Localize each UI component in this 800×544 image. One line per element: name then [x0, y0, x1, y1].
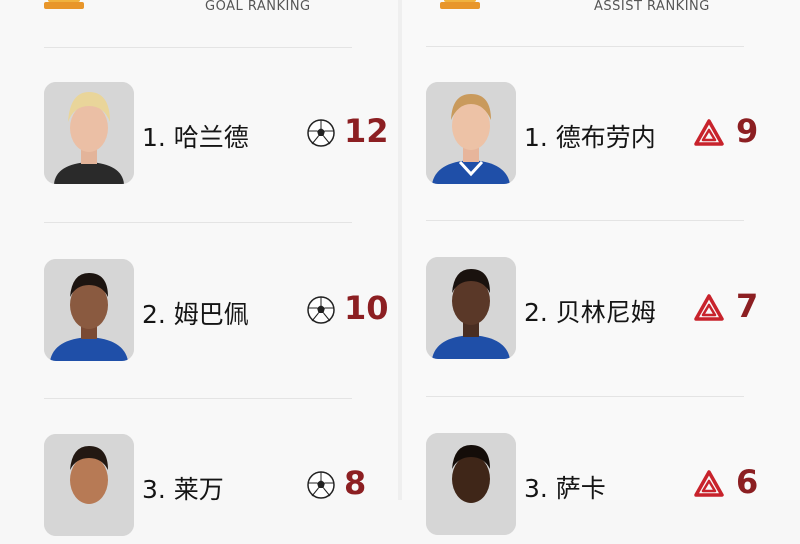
divider: [44, 398, 352, 399]
goal-count: 8: [344, 464, 367, 502]
divider: [426, 220, 744, 221]
assist-count: 7: [736, 287, 759, 325]
assist-row-2[interactable]: 2. 贝林尼姆 7: [402, 257, 800, 367]
soccer-ball-icon: [307, 119, 335, 147]
goal-ranking-panel: GOAL RANKING 1. 哈兰德 12 2. 姆巴佩 10 3. 莱万 8: [0, 0, 398, 536]
assist-ranking-panel: ASSIST RANKING 1. 德布劳内 9 2. 贝林尼姆 7 3. 萨卡…: [402, 0, 800, 535]
goal-count: 10: [344, 289, 389, 327]
assist-triangle-icon: [694, 294, 724, 321]
assist-count: 6: [736, 463, 759, 501]
goal-row-1[interactable]: 1. 哈兰德 12: [0, 82, 398, 192]
assist-count: 9: [736, 112, 759, 150]
assist-triangle-icon: [694, 470, 724, 497]
player-photo: [44, 434, 134, 536]
player-name: 3. 莱万: [142, 475, 224, 504]
player-photo: [44, 259, 134, 361]
divider: [44, 222, 352, 223]
player-photo: [426, 257, 516, 359]
player-name: 2. 姆巴佩: [142, 300, 249, 329]
goal-count: 12: [344, 112, 389, 150]
player-name: 2. 贝林尼姆: [524, 298, 656, 327]
assist-ranking-title: ASSIST RANKING: [594, 0, 710, 14]
divider: [426, 396, 744, 397]
soccer-ball-icon: [307, 296, 335, 324]
trophy-icon: [440, 0, 480, 9]
player-photo: [426, 82, 516, 184]
player-name: 1. 德布劳内: [524, 123, 656, 152]
player-photo: [44, 82, 134, 184]
goal-ranking-title: GOAL RANKING: [205, 0, 311, 14]
soccer-ball-icon: [307, 471, 335, 499]
player-name: 1. 哈兰德: [142, 123, 249, 152]
goal-row-2[interactable]: 2. 姆巴佩 10: [0, 259, 398, 369]
goal-row-3[interactable]: 3. 莱万 8: [0, 434, 398, 544]
player-photo: [426, 433, 516, 535]
assist-triangle-icon: [694, 119, 724, 146]
divider: [426, 46, 744, 47]
assist-row-1[interactable]: 1. 德布劳内 9: [402, 82, 800, 192]
divider: [44, 47, 352, 48]
trophy-icon: [44, 0, 84, 9]
assist-row-3[interactable]: 3. 萨卡 6: [402, 433, 800, 543]
